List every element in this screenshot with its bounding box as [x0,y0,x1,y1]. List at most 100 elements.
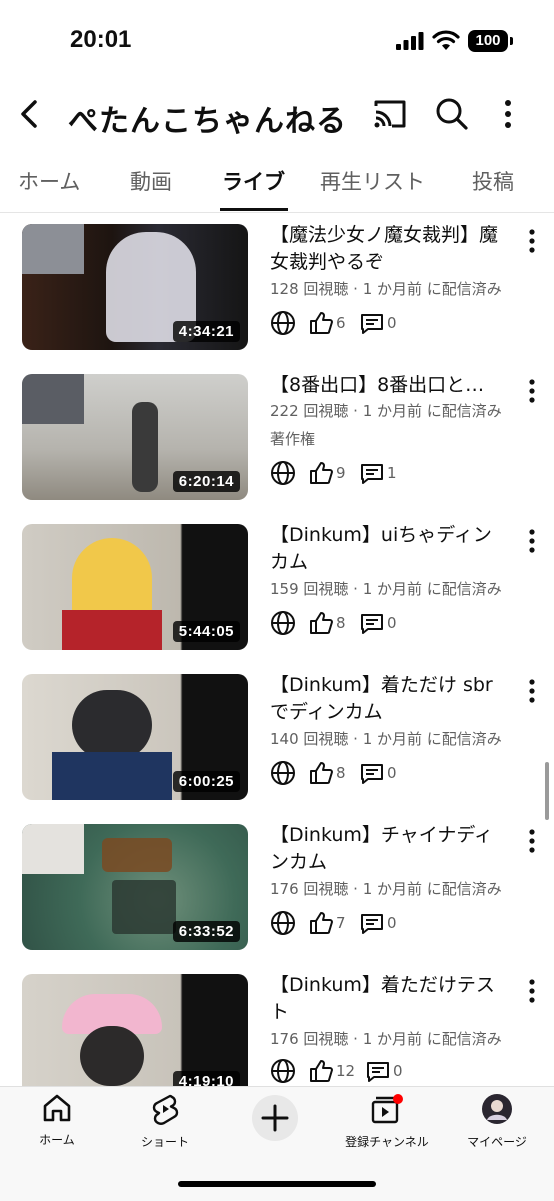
comment-icon [361,914,383,934]
tab-playlists[interactable]: 再生リスト [320,166,425,196]
cast-icon[interactable] [372,98,408,130]
video-title[interactable]: 【8番出口】8番出口と… [270,372,508,399]
video-item[interactable]: 4:19:10 【Dinkum】着ただけテスト 176 回視聴 · 1 か月前 … [0,970,554,1086]
globe-icon [271,761,295,785]
video-title[interactable]: 【魔法少女ノ魔女裁判】魔女裁判やるぞ [270,222,508,276]
globe-icon [271,461,295,485]
tab-posts[interactable]: 投稿 [472,166,514,196]
like-icon [310,612,333,634]
comment-count: 0 [387,314,397,332]
back-arrow-icon[interactable] [12,96,48,132]
like-icon [310,312,333,334]
like-count: 7 [336,914,346,932]
video-duration: 5:44:05 [172,621,240,642]
comment-icon [361,614,383,634]
status-bar: 20:01 100 [0,0,554,84]
nav-subscriptions[interactable]: 登録チャンネル [332,1093,442,1150]
video-meta: 159 回視聴 · 1 か月前 に配信済み [270,580,502,598]
like-icon [310,462,333,484]
comment-icon [361,764,383,784]
shorts-icon [152,1094,179,1125]
cellular-signal-icon [396,32,424,50]
video-meta: 176 回視聴 · 1 か月前 に配信済み [270,1030,502,1048]
nav-home[interactable]: ホーム [2,1093,112,1148]
video-item[interactable]: 5:44:05 【Dinkum】uiちゃディンカム 159 回視聴 · 1 か月… [0,520,554,670]
video-meta: 140 回視聴 · 1 か月前 に配信済み [270,730,502,748]
wifi-icon [432,30,460,50]
channel-tabs: ホーム 動画 ライブ 再生リスト 投稿 [0,156,554,213]
more-options-icon[interactable] [502,98,514,130]
app-bar: ぺたんこちゃんねる [0,84,554,148]
video-thumbnail[interactable]: 5:44:05 [22,524,248,650]
bottom-navigation: ホーム ショート 登録チャンネル マイページ [0,1086,554,1201]
video-duration: 6:00:25 [172,771,240,792]
video-title[interactable]: 【Dinkum】uiちゃディンカム [270,522,508,576]
globe-icon [271,311,295,335]
video-more-icon[interactable] [524,526,540,556]
video-duration: 6:20:14 [172,471,240,492]
video-meta: 222 回視聴 · 1 か月前 に配信済み [270,402,502,420]
comment-icon [361,314,383,334]
nav-shorts-label: ショート [140,1135,189,1149]
video-title[interactable]: 【Dinkum】着ただけテスト [270,972,508,1026]
globe-icon [271,611,295,635]
like-icon [310,912,333,934]
video-item[interactable]: 6:33:52 【Dinkum】チャイナディンカム 176 回視聴 · 1 か月… [0,820,554,970]
video-more-icon[interactable] [524,976,540,1006]
video-copyright-note: 著作権 [270,430,316,448]
comment-count: 0 [387,914,397,932]
comment-icon [361,464,383,484]
like-count: 6 [336,314,346,332]
channel-title: ぺたんこちゃんねる [68,104,347,139]
video-more-icon[interactable] [524,676,540,706]
comment-count: 0 [393,1062,403,1080]
video-thumbnail[interactable]: 4:19:10 [22,974,248,1086]
like-count: 12 [336,1062,356,1080]
video-list[interactable]: 4:34:21 【魔法少女ノ魔女裁判】魔女裁判やるぞ 128 回視聴 · 1 か… [0,220,554,1086]
video-item[interactable]: 4:34:21 【魔法少女ノ魔女裁判】魔女裁判やるぞ 128 回視聴 · 1 か… [0,220,554,370]
plus-icon [261,1104,289,1132]
video-duration: 4:19:10 [172,1071,240,1086]
scrollbar[interactable] [545,762,549,820]
globe-icon [271,911,295,935]
video-meta: 128 回視聴 · 1 か月前 に配信済み [270,280,502,298]
home-icon [43,1094,71,1122]
like-icon [310,1060,333,1082]
comment-count: 1 [387,464,397,482]
nav-subscriptions-label: 登録チャンネル [345,1135,429,1149]
video-title[interactable]: 【Dinkum】着ただけ sbr でディンカム [270,672,508,726]
video-duration: 6:33:52 [172,921,240,942]
like-count: 8 [336,614,346,632]
battery-indicator: 100 [468,30,513,52]
active-tab-indicator [220,208,288,211]
search-icon[interactable] [434,96,470,132]
create-button[interactable] [252,1095,298,1141]
nav-home-label: ホーム [39,1133,75,1147]
video-thumbnail[interactable]: 6:20:14 [22,374,248,500]
like-count: 9 [336,464,346,482]
comment-count: 0 [387,764,397,782]
video-thumbnail[interactable]: 6:33:52 [22,824,248,950]
video-more-icon[interactable] [524,226,540,256]
comment-count: 0 [387,614,397,632]
nav-you[interactable]: マイページ [442,1093,552,1150]
tab-home[interactable]: ホーム [18,166,80,196]
nav-you-label: マイページ [467,1135,527,1149]
video-title[interactable]: 【Dinkum】チャイナディンカム [270,822,508,876]
video-thumbnail[interactable]: 4:34:21 [22,224,248,350]
tab-videos[interactable]: 動画 [130,166,172,196]
comment-icon [367,1062,389,1082]
video-item[interactable]: 6:00:25 【Dinkum】着ただけ sbr でディンカム 140 回視聴 … [0,670,554,820]
globe-icon [271,1059,295,1083]
tab-live[interactable]: ライブ [222,166,285,196]
home-indicator [178,1181,376,1187]
video-more-icon[interactable] [524,826,540,856]
video-item[interactable]: 6:20:14 【8番出口】8番出口と… 222 回視聴 · 1 か月前 に配信… [0,370,554,520]
avatar [482,1094,512,1124]
video-meta: 176 回視聴 · 1 か月前 に配信済み [270,880,502,898]
nav-shorts[interactable]: ショート [110,1093,220,1150]
like-count: 8 [336,764,346,782]
like-icon [310,762,333,784]
status-time: 20:01 [70,26,132,53]
video-thumbnail[interactable]: 6:00:25 [22,674,248,800]
